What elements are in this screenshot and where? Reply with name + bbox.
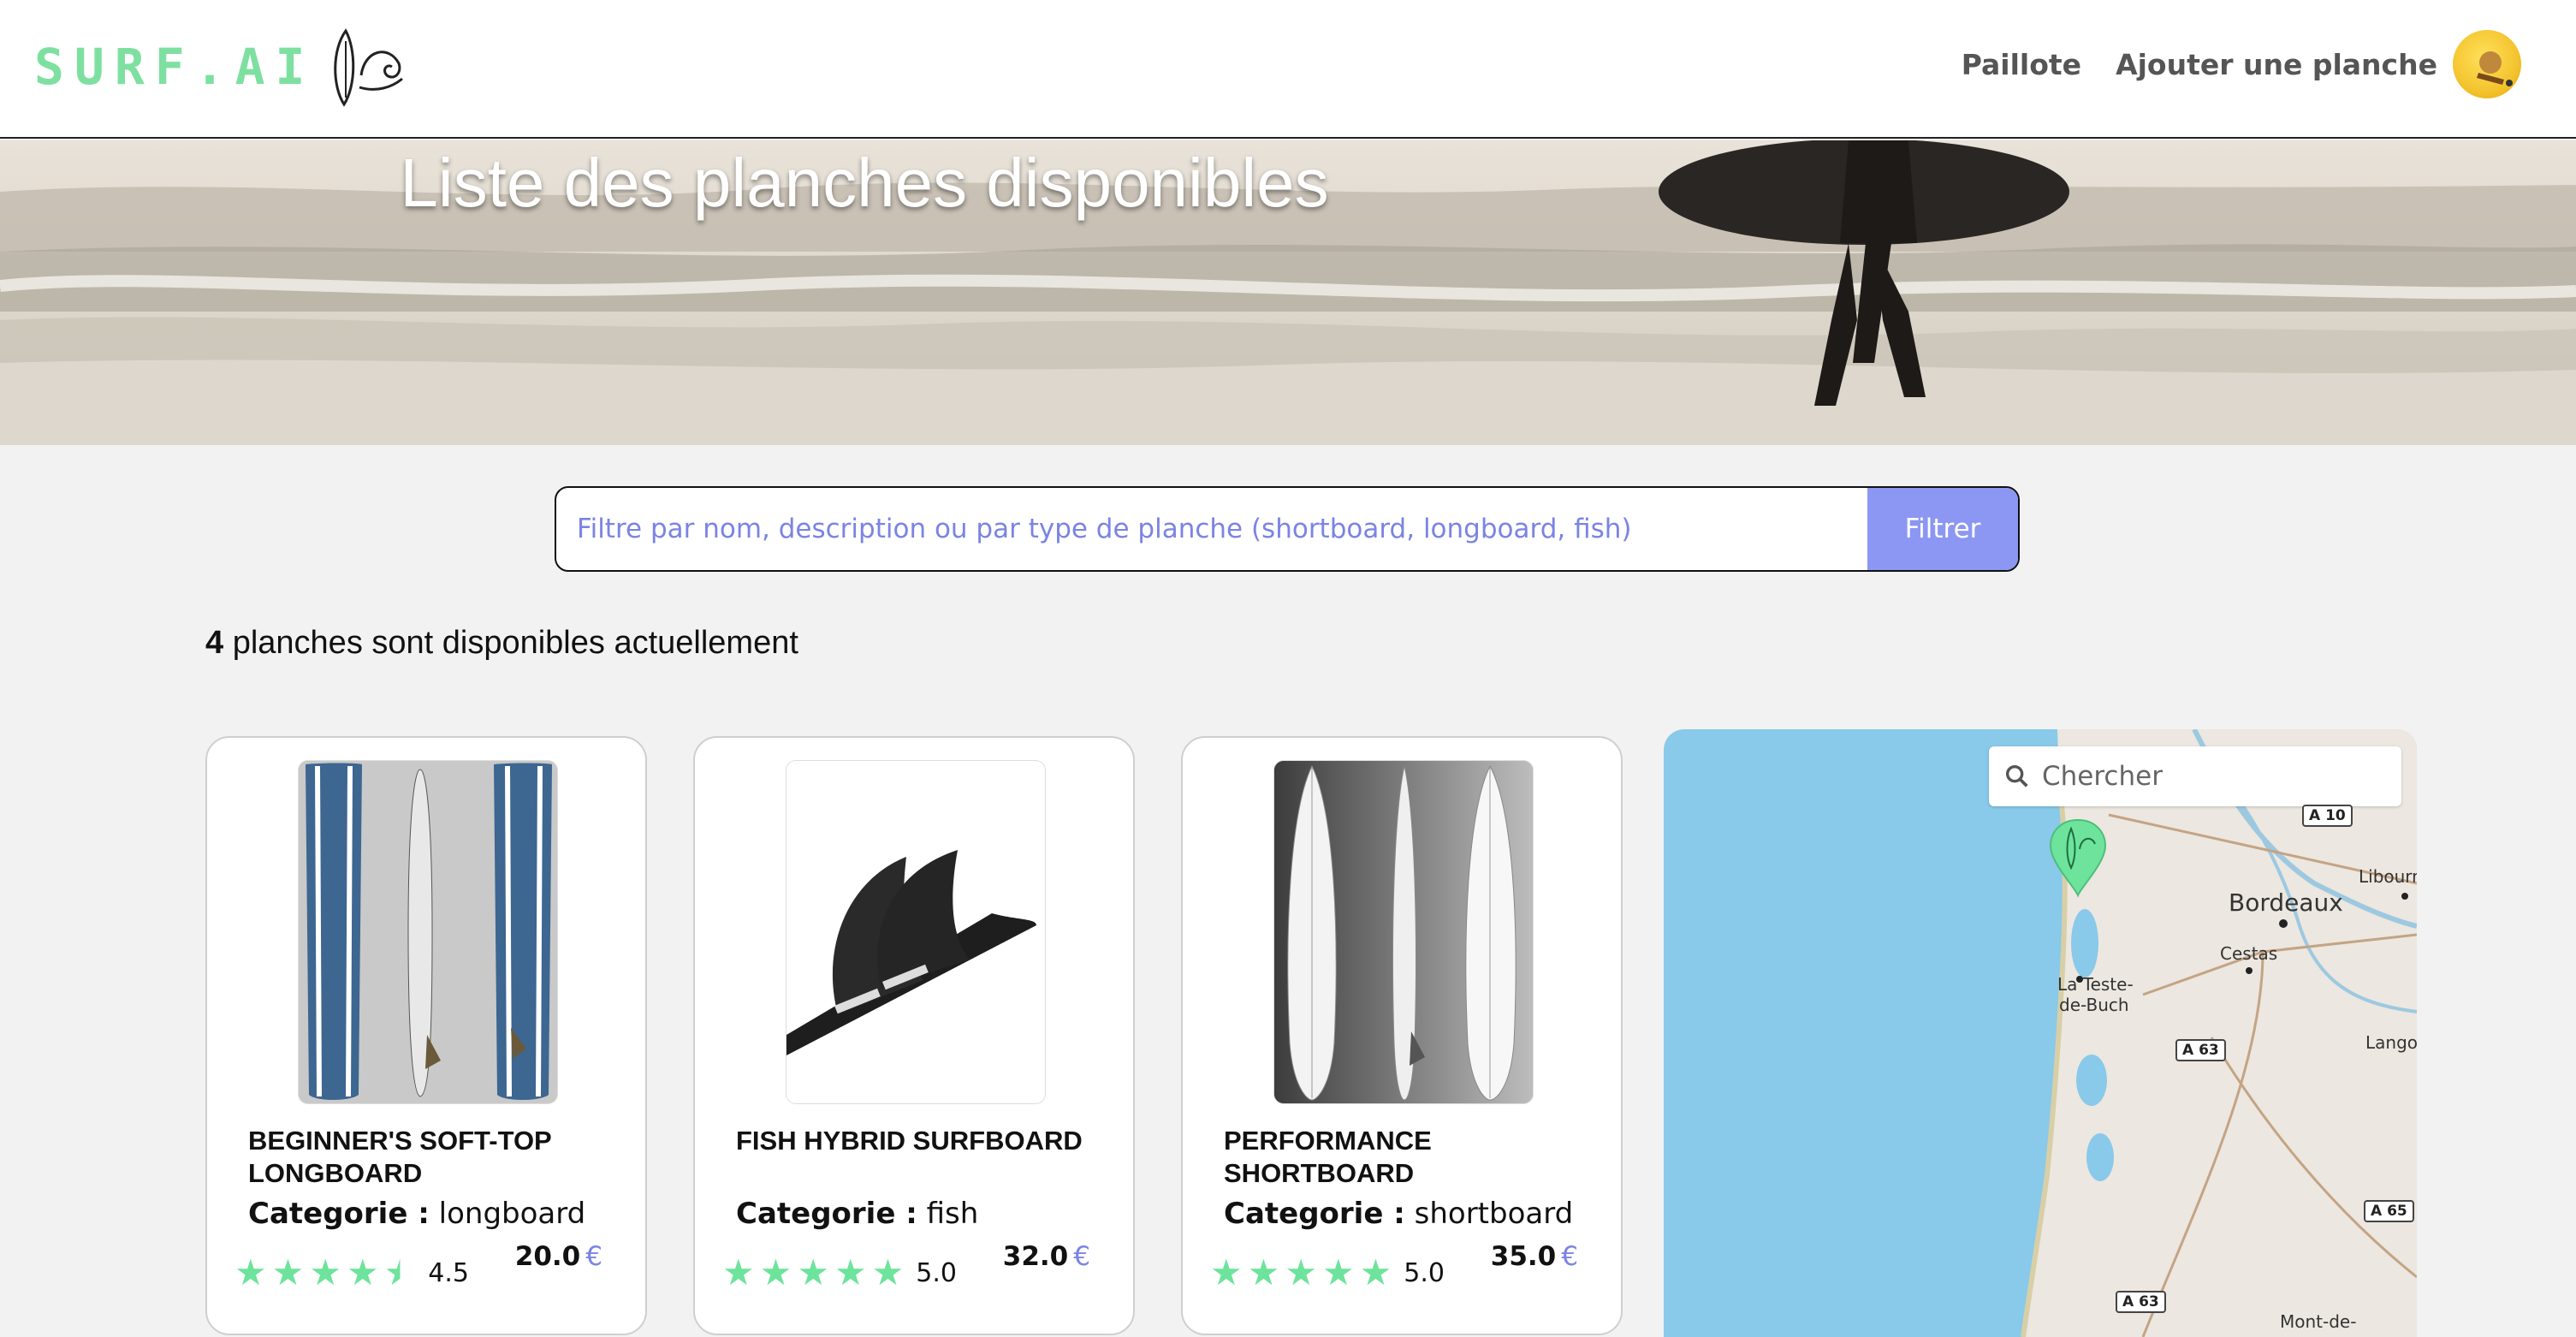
- map-label-langon: Lango: [2365, 1032, 2417, 1053]
- star-icon: ★: [1210, 1252, 1243, 1292]
- board-name[interactable]: Beginner's Soft-Top Longboard: [248, 1125, 608, 1190]
- filter-button[interactable]: Filtrer: [1867, 488, 2018, 570]
- board-price-amount: 35.0: [1490, 1241, 1557, 1272]
- half-star-icon: ★: [383, 1252, 417, 1292]
- map-label-de-buch: de-Buch: [2059, 995, 2129, 1015]
- star-icon: ★: [759, 1252, 792, 1292]
- available-count-number: 4: [205, 625, 224, 661]
- board-image: [1273, 760, 1534, 1104]
- board-image: [786, 760, 1046, 1104]
- board-price-amount: 32.0: [1002, 1241, 1069, 1272]
- currency-symbol: €: [1561, 1241, 1578, 1272]
- map-search-input[interactable]: [2040, 760, 2386, 793]
- map[interactable]: Bordeaux Cestas La Teste- de-Buch Libour…: [1664, 729, 2417, 1337]
- road-badge: A 65: [2364, 1200, 2414, 1222]
- board-category-value: shortboard: [1414, 1197, 1574, 1231]
- fins-illustration: [786, 761, 1045, 1103]
- logo-text: SURF.AI: [34, 38, 316, 96]
- currency-symbol: €: [1073, 1241, 1090, 1272]
- currency-symbol: €: [585, 1241, 602, 1272]
- navbar: SURF.AI Paillote Ajouter une planche: [0, 0, 2576, 139]
- surfboard-wave-logo-icon: [334, 28, 404, 107]
- search-input[interactable]: [556, 488, 1869, 570]
- road-badge: A 63: [2116, 1291, 2166, 1313]
- board-price: 32.0 €: [1003, 1241, 1090, 1272]
- star-icon: ★: [1285, 1252, 1317, 1292]
- map-label-cestas: Cestas: [2220, 943, 2278, 964]
- rating-value: 4.5: [428, 1257, 469, 1288]
- rating-stars: ★ ★ ★ ★ ★ 5.0: [1210, 1255, 1445, 1291]
- star-icon: ★: [1321, 1252, 1355, 1292]
- map-label-bordeaux: Bordeaux: [2229, 888, 2343, 917]
- board-category: Categorie : shortboard: [1224, 1197, 1573, 1231]
- star-icon: ★: [1359, 1252, 1392, 1292]
- map-label-libourne: Libourn: [2359, 866, 2417, 887]
- board-price-amount: 20.0: [514, 1241, 581, 1272]
- search-bar: Filtrer: [555, 486, 2020, 572]
- board-name[interactable]: Performance Shortboard: [1224, 1125, 1583, 1190]
- shortboard-illustration: [1274, 761, 1533, 1103]
- map-search: [1989, 746, 2401, 806]
- star-icon: ★: [309, 1252, 341, 1292]
- star-icon: ★: [234, 1252, 267, 1292]
- board-price: 35.0 €: [1491, 1241, 1578, 1272]
- available-count: 4 planches sont disponibles actuellement: [205, 625, 798, 662]
- star-icon: ★: [271, 1252, 305, 1292]
- longboard-illustration: [299, 761, 557, 1103]
- rating-value: 5.0: [1404, 1257, 1445, 1288]
- board-category: Categorie : longboard: [248, 1197, 585, 1231]
- logo[interactable]: SURF.AI: [34, 24, 406, 110]
- star-icon: ★: [346, 1252, 379, 1292]
- board-category-label: Categorie :: [1224, 1197, 1405, 1231]
- avatar-illustration-icon: [2477, 51, 2513, 86]
- nav-link-paillote[interactable]: Paillote: [1962, 48, 2081, 81]
- search-icon: [2005, 764, 2028, 787]
- star-icon: ★: [722, 1252, 755, 1292]
- avatar[interactable]: [2453, 30, 2521, 98]
- nav-links: Paillote Ajouter une planche: [1927, 0, 2521, 128]
- star-icon: ★: [797, 1252, 829, 1292]
- board-card[interactable]: Performance Shortboard Categorie : short…: [1181, 736, 1623, 1335]
- road-badge: A 10: [2302, 805, 2353, 827]
- star-icon: ★: [1247, 1252, 1280, 1292]
- board-category-label: Categorie :: [736, 1197, 917, 1231]
- rating-stars: ★ ★ ★ ★ ★ 4.5: [234, 1255, 469, 1291]
- rating-stars: ★ ★ ★ ★ ★ 5.0: [722, 1255, 957, 1291]
- nav-link-add-board[interactable]: Ajouter une planche: [2116, 48, 2437, 81]
- board-price: 20.0 €: [515, 1241, 602, 1272]
- page-title: Liste des planches disponibles: [400, 145, 1329, 221]
- board-card[interactable]: Fish Hybrid Surfboard Categorie : fish ★…: [693, 736, 1135, 1335]
- board-image: [298, 760, 558, 1104]
- rating-value: 5.0: [916, 1257, 957, 1288]
- board-category-value: fish: [926, 1197, 979, 1231]
- available-count-text: planches sont disponibles actuellement: [232, 625, 798, 661]
- board-card[interactable]: Beginner's Soft-Top Longboard Categorie …: [205, 736, 647, 1335]
- board-category: Categorie : fish: [736, 1197, 978, 1231]
- hero-banner: Liste des planches disponibles: [0, 140, 2576, 445]
- board-category-label: Categorie :: [248, 1197, 430, 1231]
- map-label-mont-de-marsan: Mont-de-: [2280, 1311, 2357, 1332]
- star-icon: ★: [834, 1252, 867, 1292]
- board-category-value: longboard: [438, 1197, 586, 1231]
- road-badge: A 63: [2175, 1039, 2226, 1061]
- star-icon: ★: [871, 1252, 905, 1292]
- board-name[interactable]: Fish Hybrid Surfboard: [736, 1125, 1095, 1157]
- map-label-la-teste: La Teste-: [2057, 974, 2134, 995]
